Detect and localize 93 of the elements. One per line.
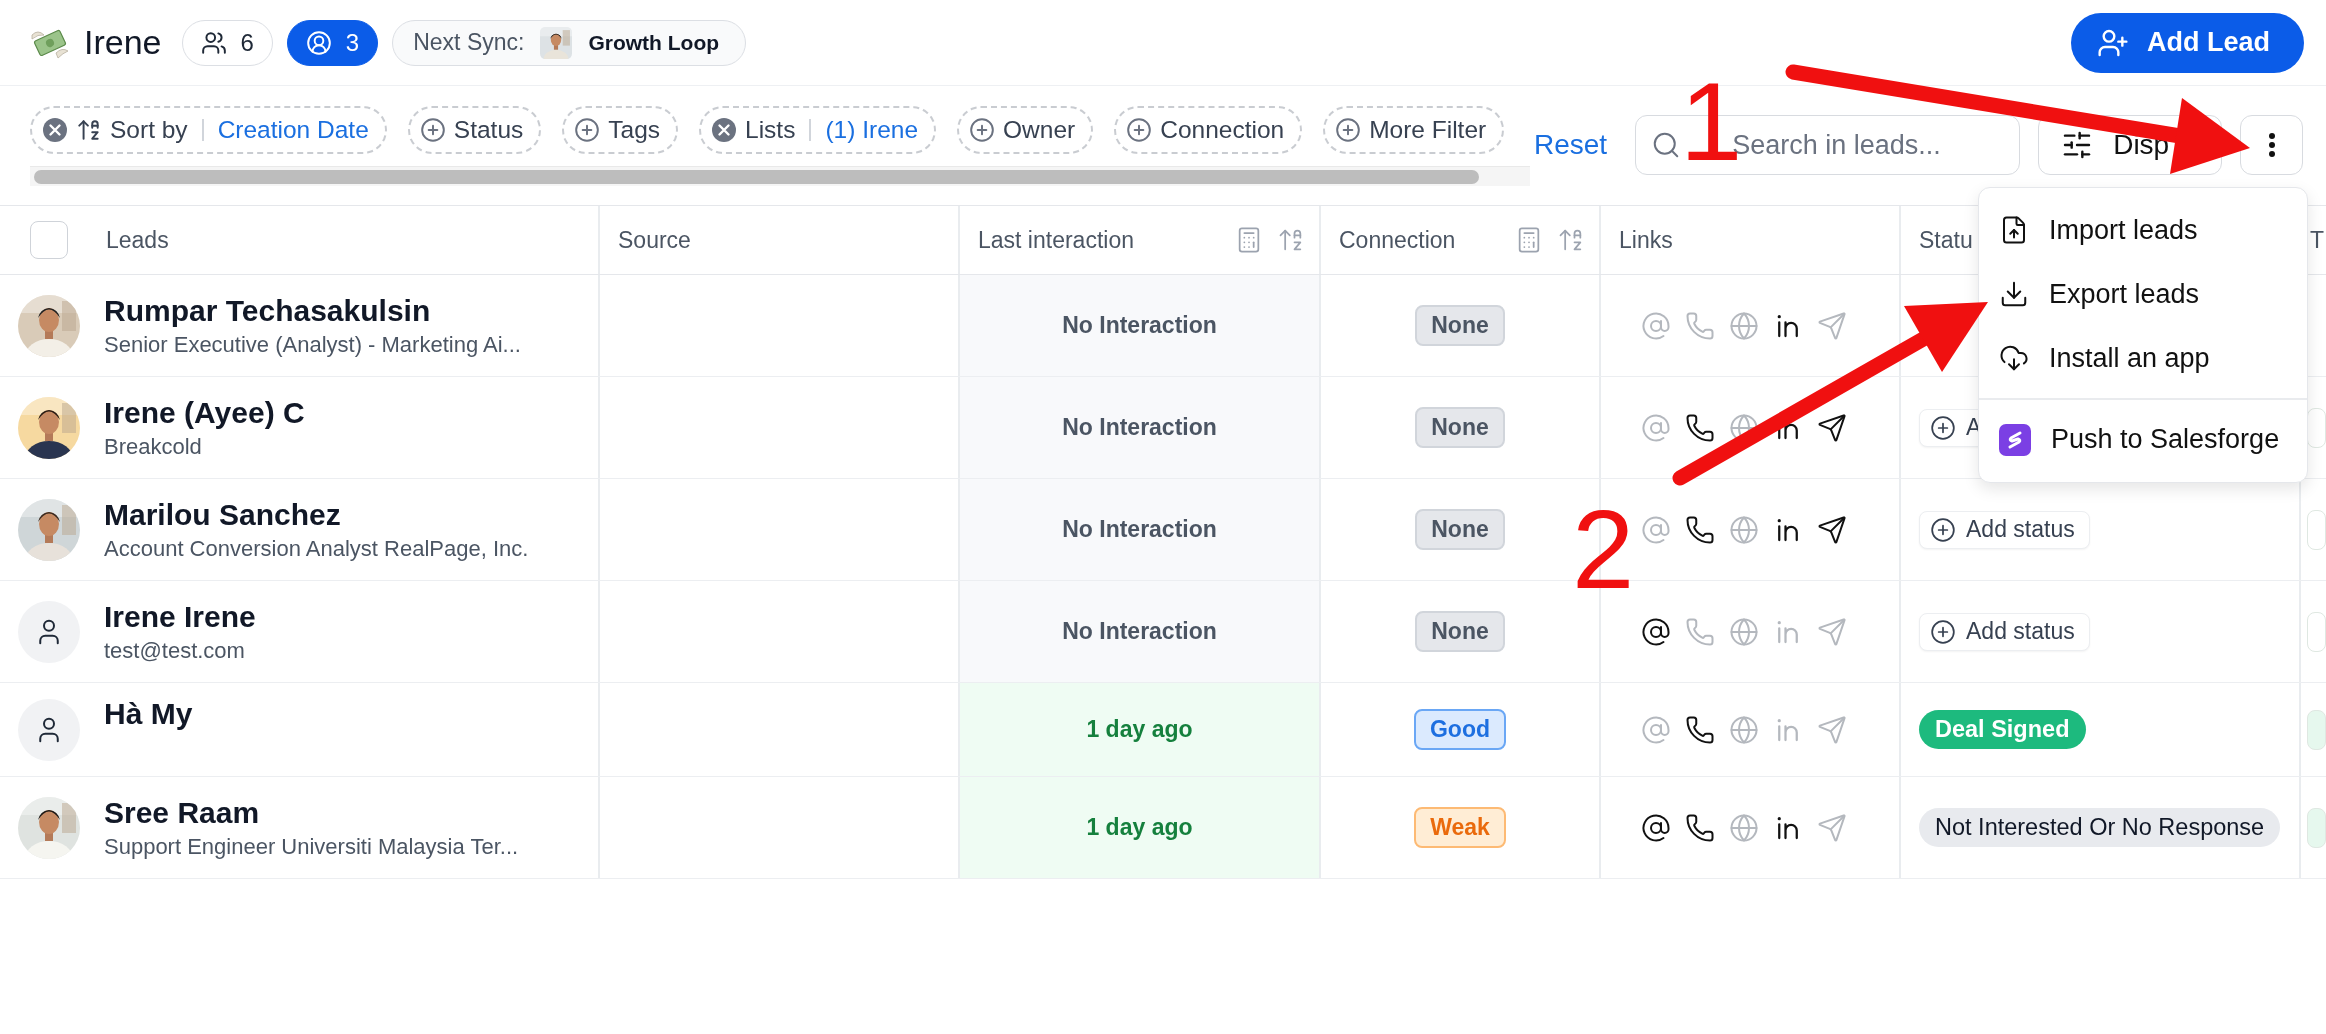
lead-name[interactable]: Rumpar Techasakulsin [104,293,521,328]
connection-badge: None [1415,407,1505,448]
interaction-text: 1 day ago [1085,814,1194,841]
lead-name[interactable]: Irene (Ayee) C [104,395,305,430]
interaction-text: No Interaction [1061,414,1218,441]
column-header: Leads [106,226,169,254]
connection-badge: None [1415,611,1505,652]
globe-icon[interactable] [1729,616,1759,647]
connection-badge: Weak [1414,807,1506,848]
lead-subtitle: Breakcold [104,433,203,460]
globe-icon[interactable] [1729,812,1759,843]
filter-chip[interactable]: Sort by Creation Date [30,106,387,154]
lead-name[interactable]: Marilou Sanchez [104,497,529,532]
sync-chip[interactable]: Next Sync: Growth Loop [392,19,747,66]
add-icon [1930,618,1956,645]
scrollbar-thumb[interactable] [34,170,1479,184]
column-header: Source [618,226,691,254]
add-icon [1126,117,1153,143]
targets-chip[interactable]: 3 [286,19,379,66]
phone-icon[interactable] [1685,714,1715,745]
clear-icon[interactable] [42,117,68,143]
globe-icon[interactable] [1729,310,1759,341]
menu-item[interactable]: Import leads [1979,198,2307,262]
column-header: Statu [1919,226,1973,254]
sync-name: Growth Loop [588,30,720,55]
add-status-button[interactable]: Add status [1919,612,2090,651]
interaction-text: No Interaction [1061,516,1218,543]
add-icon [1930,516,1956,543]
add-status-button[interactable]: Add status [1919,510,2090,549]
add-icon [1335,117,1362,143]
members-chip[interactable]: 6 [181,19,273,66]
filter-value: Creation Date [217,116,369,144]
email-icon[interactable] [1641,616,1671,647]
lead-subtitle: test@test.com [104,637,246,664]
status-tag[interactable]: Not Interested Or No Response [1919,808,2281,847]
more-icon [2267,132,2276,158]
tag-chip[interactable] [2307,807,2326,848]
column-header: Last interaction [978,226,1134,254]
lead-subtitle: Support Engineer Universiti Malaysia Ter... [104,833,519,860]
filter-label: Sort by [110,116,188,144]
sort-icon [76,117,102,143]
email-icon[interactable] [1641,812,1671,843]
interaction-text: No Interaction [1061,618,1218,645]
filter-chip[interactable]: Tags [562,106,679,154]
users-icon [200,29,227,56]
phone-icon[interactable] [1685,514,1715,545]
connection-badge: None [1415,509,1505,550]
menu-item[interactable]: Install an app [1979,326,2307,390]
lead-subtitle: Senior Executive (Analyst) - Marketing Ai... [104,331,521,358]
interaction-text: No Interaction [1061,312,1218,339]
menu-item[interactable]: Export leads [1979,262,2307,326]
lead-name[interactable]: Hà My [104,697,193,731]
filter-value: (1) Irene [825,116,918,144]
add-lead-button[interactable]: Add Lead [2071,12,2304,73]
user-circle-icon [305,29,332,56]
add-icon [419,117,446,143]
column-header: T [2310,226,2325,254]
add-icon [1930,414,1956,441]
filter-chip[interactable]: More Filter [1323,106,1505,154]
salesforge-logo-icon [1999,423,2031,456]
column-header: Links [1619,226,1673,254]
filter-chip[interactable]: Connection [1114,106,1303,154]
filter-chip[interactable]: Owner [957,106,1094,154]
add-icon [574,117,601,143]
paper-plane-icon[interactable] [1817,412,1847,443]
connection-badge: None [1415,305,1505,346]
tag-chip[interactable] [2307,709,2326,750]
sync-label: Next Sync: [413,29,525,56]
list-title: Irene [84,23,162,62]
lead-name[interactable]: Sree Raam [104,795,519,830]
add-icon [969,117,995,143]
globe-icon[interactable] [1729,714,1759,745]
tag-chip[interactable] [2307,611,2326,652]
filter-chip[interactable]: Lists (1) Irene [699,106,936,154]
more-button[interactable] [2240,115,2304,175]
download-icon [1999,279,2029,309]
select-all-checkbox[interactable] [30,221,68,259]
column-header: Connection [1339,226,1456,254]
lead-subtitle: Account Conversion Analyst RealPage, Inc. [104,535,529,562]
paper-plane-icon[interactable] [1817,514,1847,545]
annotation-number: 2 [1572,494,1635,606]
filter-chip[interactable]: Status [407,106,542,154]
reset-link[interactable]: Reset [1534,129,1608,161]
phone-icon[interactable] [1685,412,1715,443]
tag-chip[interactable] [2307,509,2326,550]
connection-badge: Good [1413,709,1506,750]
cloud-download-icon [1999,343,2029,373]
lead-name[interactable]: Irene Irene [104,599,256,634]
clear-icon[interactable] [711,117,738,143]
filter-label: Lists [745,116,796,144]
globe-icon[interactable] [1729,514,1759,545]
interaction-text: 1 day ago [1085,716,1194,743]
phone-icon[interactable] [1685,812,1715,843]
